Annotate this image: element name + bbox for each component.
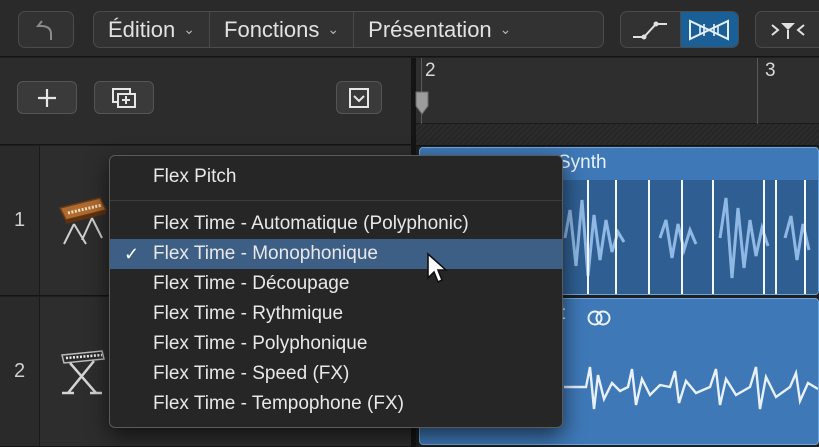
catch-tool-button[interactable]	[755, 11, 819, 48]
bar-line	[757, 58, 758, 124]
collapse-icon	[349, 87, 369, 108]
menu-item-flex-time-tempophone[interactable]: Flex Time - Tempophone (FX)	[110, 389, 562, 419]
region-name: Synth	[558, 152, 607, 173]
menu-edition-label: Édition	[108, 16, 176, 42]
synthesizer-icon	[58, 197, 108, 245]
scissor-tool-icon	[770, 22, 805, 39]
menu-edition[interactable]: Édition ⌄	[94, 12, 211, 47]
menu-presentation-label: Présentation	[368, 16, 492, 42]
menu-presentation[interactable]: Présentation ⌄	[354, 12, 525, 47]
back-button[interactable]	[18, 11, 74, 48]
menu-separator	[110, 200, 562, 201]
flex-mode-menu: Flex Pitch Flex Time - Automatique (Poly…	[109, 155, 563, 428]
checkmark-icon: ✓	[124, 243, 140, 264]
bar-ruler[interactable]: 2 3	[416, 58, 819, 124]
automation-mode-button[interactable]	[621, 12, 680, 47]
track-number: 2	[0, 297, 40, 446]
bar-number: 2	[425, 60, 436, 81]
add-track-icon	[38, 88, 56, 107]
menu-item-flex-time-decoupage[interactable]: Flex Time - Découpage	[110, 269, 562, 299]
menu-item-flex-time-polyphonique[interactable]: Flex Time - Polyphonique	[110, 329, 562, 359]
menu-item-flex-time-monophonique[interactable]: ✓ Flex Time - Monophonique	[110, 239, 562, 269]
global-tracks-button[interactable]	[336, 81, 382, 114]
flex-mode-icon	[689, 18, 730, 41]
chevron-down-icon: ⌄	[183, 21, 196, 37]
mouse-pointer-icon	[427, 252, 448, 284]
duplicate-track-button[interactable]	[94, 81, 154, 114]
playhead-icon[interactable]	[414, 90, 430, 116]
menu-item-flex-pitch[interactable]: Flex Pitch	[110, 162, 562, 192]
track-number: 1	[0, 146, 40, 295]
view-mode-toggle	[620, 11, 739, 48]
menu-fonctions[interactable]: Fonctions ⌄	[210, 12, 355, 47]
menu-item-flex-time-speed[interactable]: Flex Time - Speed (FX)	[110, 359, 562, 389]
local-menu-group: Édition ⌄ Fonctions ⌄ Présentation ⌄	[93, 11, 604, 48]
control-bar: Édition ⌄ Fonctions ⌄ Présentation ⌄	[0, 0, 819, 57]
keyboard-stand-icon	[61, 350, 105, 395]
menu-item-label: Flex Pitch	[153, 166, 237, 187]
add-track-button[interactable]	[17, 81, 77, 114]
menu-item-label: Flex Time - Découpage	[153, 273, 350, 294]
duplicate-track-icon	[112, 87, 136, 108]
menu-item-label: Flex Time - Polyphonique	[153, 333, 368, 354]
automation-curve-icon	[633, 21, 668, 39]
chevron-down-icon: ⌄	[327, 21, 340, 37]
menu-item-label: Flex Time - Tempophone (FX)	[153, 393, 404, 414]
menu-item-flex-time-rythmique[interactable]: Flex Time - Rythmique	[110, 299, 562, 329]
bar-number: 3	[765, 60, 776, 81]
link-rings-icon	[587, 310, 611, 326]
menu-item-label: Flex Time - Speed (FX)	[153, 363, 350, 384]
back-arrow-icon	[35, 19, 52, 40]
menu-item-flex-time-automatique[interactable]: Flex Time - Automatique (Polyphonic)	[110, 209, 562, 239]
chevron-down-icon: ⌄	[499, 21, 512, 37]
menu-item-label: Flex Time - Automatique (Polyphonic)	[153, 213, 469, 234]
menu-item-label: Flex Time - Monophonique	[153, 243, 378, 264]
marquee-strip[interactable]	[416, 124, 819, 146]
menu-fonctions-label: Fonctions	[224, 16, 320, 42]
flex-mode-button[interactable]	[679, 12, 738, 47]
menu-item-label: Flex Time - Rythmique	[153, 303, 344, 324]
